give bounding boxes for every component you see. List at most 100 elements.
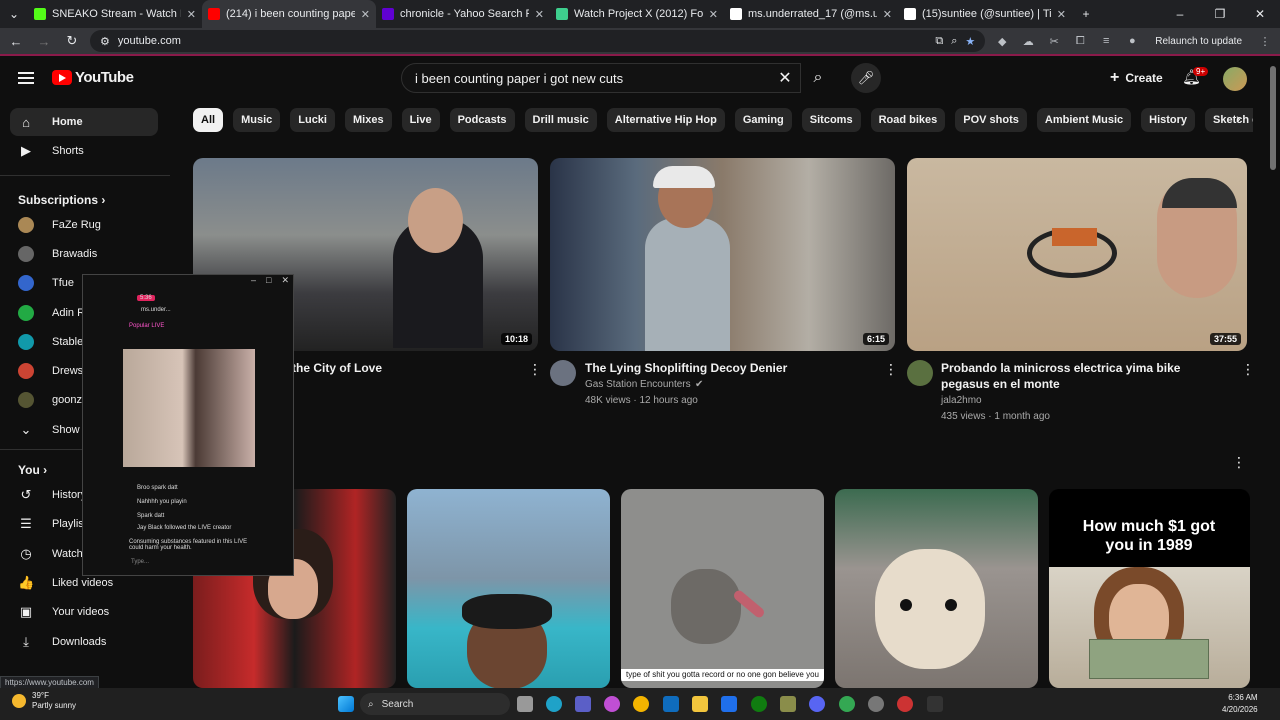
channel-name[interactable]: jala2hmo — [941, 393, 982, 409]
picture-in-picture-window[interactable]: – □ ✕ 5:36 ms.under... Popular LIVE Broo… — [82, 274, 294, 576]
video-title[interactable]: The Lying Shoplifting Decoy Denier — [585, 360, 875, 376]
you-heading[interactable]: You › — [18, 463, 47, 477]
copilot-icon[interactable] — [604, 696, 620, 712]
voice-search-button[interactable]: 🎤︎ — [851, 63, 881, 93]
extension-icon[interactable]: ✂ — [1045, 35, 1063, 48]
filter-chip[interactable]: Ambient Music — [1036, 108, 1132, 132]
extension-icon[interactable]: ◆ — [993, 35, 1011, 48]
minimize-icon[interactable]: – — [251, 275, 256, 289]
install-icon[interactable]: ⧉ — [935, 35, 943, 48]
more-menu-icon[interactable]: ⋮ — [1256, 35, 1274, 48]
short-thumbnail[interactable] — [407, 489, 610, 688]
media-controls-icon[interactable]: ≡ — [1097, 35, 1115, 47]
short-thumbnail[interactable] — [835, 489, 1038, 688]
file-explorer-icon[interactable] — [692, 696, 708, 712]
filter-chip[interactable]: All — [193, 108, 224, 132]
filter-chip[interactable]: Alternative Hip Hop — [606, 108, 725, 132]
short-thumbnail[interactable]: How much $1 got you in 1989 — [1049, 489, 1250, 688]
video-thumbnail[interactable]: 6:15 — [550, 158, 895, 351]
tab-close-icon[interactable]: ✕ — [535, 8, 544, 21]
tab-close-icon[interactable]: ✕ — [187, 8, 196, 21]
discord-icon[interactable] — [809, 696, 825, 712]
search-input[interactable]: i been counting paper i got new cuts ✕ — [401, 63, 801, 93]
store-icon[interactable] — [663, 696, 679, 712]
video-options-icon[interactable]: ⋮ — [1241, 361, 1255, 378]
maximize-icon[interactable]: □ — [266, 275, 271, 289]
scrollbar[interactable] — [1270, 66, 1276, 170]
sidebar-item[interactable]: ⌂ Home — [10, 108, 158, 136]
chrome-icon[interactable] — [633, 696, 649, 712]
menu-icon[interactable] — [18, 72, 34, 84]
filter-chip[interactable]: Sketch comedy — [1205, 108, 1253, 132]
chrome-active-icon[interactable] — [839, 696, 855, 712]
video-options-icon[interactable]: ⋮ — [884, 361, 898, 378]
filter-chip[interactable]: POV shots — [955, 108, 1027, 132]
youtube-logo[interactable]: YouTube — [52, 69, 134, 86]
video-title[interactable]: Probando la minicross electrica yima bik… — [941, 360, 1231, 392]
site-info-icon[interactable]: ⚙ — [100, 35, 110, 48]
tab-search-icon[interactable]: ⌄ — [0, 7, 28, 21]
video-options-icon[interactable]: ⋮ — [528, 361, 542, 378]
sidebar-item[interactable]: Brawadis — [10, 240, 158, 268]
tab-close-icon[interactable]: ✕ — [883, 8, 892, 21]
profile-avatar-icon[interactable]: ● — [1123, 35, 1141, 47]
shorts-options-icon[interactable]: ⋮ — [1232, 454, 1246, 471]
extension-icon[interactable]: ☁ — [1019, 35, 1037, 48]
windows-start-icon[interactable] — [338, 696, 354, 712]
create-button[interactable]: + Create — [1100, 65, 1173, 91]
relaunch-button[interactable]: Relaunch to update — [1149, 36, 1248, 47]
account-avatar[interactable] — [1223, 67, 1247, 91]
maximize-button[interactable]: ❐ — [1200, 7, 1240, 21]
browser-tab[interactable]: (15)suntiee (@suntiee) | TikTok ✕ — [898, 0, 1072, 28]
sidebar-item[interactable]: ▣ Your videos — [10, 598, 158, 626]
filter-chip[interactable]: Road bikes — [870, 108, 946, 132]
task-view-icon[interactable] — [517, 696, 533, 712]
close-window-button[interactable]: ✕ — [1240, 7, 1280, 21]
filter-chip[interactable]: Music — [233, 108, 281, 132]
channel-avatar[interactable] — [550, 360, 576, 386]
filter-chip[interactable]: Gaming — [734, 108, 792, 132]
video-thumbnail[interactable]: 37:55 — [907, 158, 1247, 351]
browser-tab[interactable]: ms.underrated_17 (@ms.u ✕ — [724, 0, 898, 28]
short-thumbnail[interactable]: type of shit you gotta record or no one … — [621, 489, 824, 688]
new-tab-button[interactable]: + — [1072, 7, 1100, 21]
taskbar-search[interactable]: ⌕ Search — [360, 693, 510, 715]
close-icon[interactable]: ✕ — [281, 275, 289, 289]
clear-search-icon[interactable]: ✕ — [770, 68, 800, 88]
reload-icon[interactable]: ↻ — [62, 33, 82, 49]
back-icon[interactable]: ← — [6, 34, 26, 49]
epic-games-icon[interactable] — [927, 696, 943, 712]
pip-type-input[interactable]: Type... — [131, 559, 149, 565]
xbox-icon[interactable] — [751, 696, 767, 712]
edge-icon[interactable] — [546, 696, 562, 712]
filter-chip[interactable]: Live — [401, 108, 440, 132]
browser-tab[interactable]: chronicle - Yahoo Search Resul ✕ — [376, 0, 550, 28]
filter-chip[interactable]: Lucki — [290, 108, 335, 132]
chevron-right-icon[interactable]: › — [1236, 110, 1241, 126]
browser-tab[interactable]: Watch Project X (2012) For Free ✕ — [550, 0, 724, 28]
zoom-icon[interactable]: ⌕ — [951, 35, 957, 48]
app-icon[interactable] — [780, 696, 796, 712]
filter-chip[interactable]: Drill music — [524, 108, 597, 132]
subscriptions-heading[interactable]: Subscriptions › — [18, 193, 105, 207]
tab-close-icon[interactable]: ✕ — [1057, 8, 1066, 21]
omnibox[interactable]: ⚙ youtube.com ⧉ ⌕ ★ — [90, 30, 986, 52]
sidebar-item[interactable]: ⤓ Downloads — [10, 628, 158, 656]
filter-chip[interactable]: History — [1141, 108, 1196, 132]
teams-icon[interactable] — [575, 696, 591, 712]
filter-chip[interactable]: Mixes — [344, 108, 392, 132]
system-clock[interactable]: 6:36 AM 4/20/2026 — [1222, 692, 1258, 716]
minimize-button[interactable]: – — [1160, 7, 1200, 21]
settings-icon[interactable] — [868, 696, 884, 712]
browser-tab[interactable]: (214) i been counting paper i g ✕ — [202, 0, 376, 28]
channel-avatar[interactable] — [907, 360, 933, 386]
bookmark-star-icon[interactable]: ★ — [965, 35, 975, 48]
search-button[interactable]: ⌕ — [801, 63, 835, 93]
sidebar-item[interactable]: ▶ Shorts — [10, 137, 158, 165]
app-icon[interactable] — [721, 696, 737, 712]
filter-chip[interactable]: Sitcoms — [801, 108, 861, 132]
filter-chip[interactable]: Podcasts — [449, 108, 515, 132]
sidebar-item[interactable]: FaZe Rug — [10, 211, 158, 239]
app-icon[interactable] — [897, 696, 913, 712]
tab-close-icon[interactable]: ✕ — [709, 8, 718, 21]
